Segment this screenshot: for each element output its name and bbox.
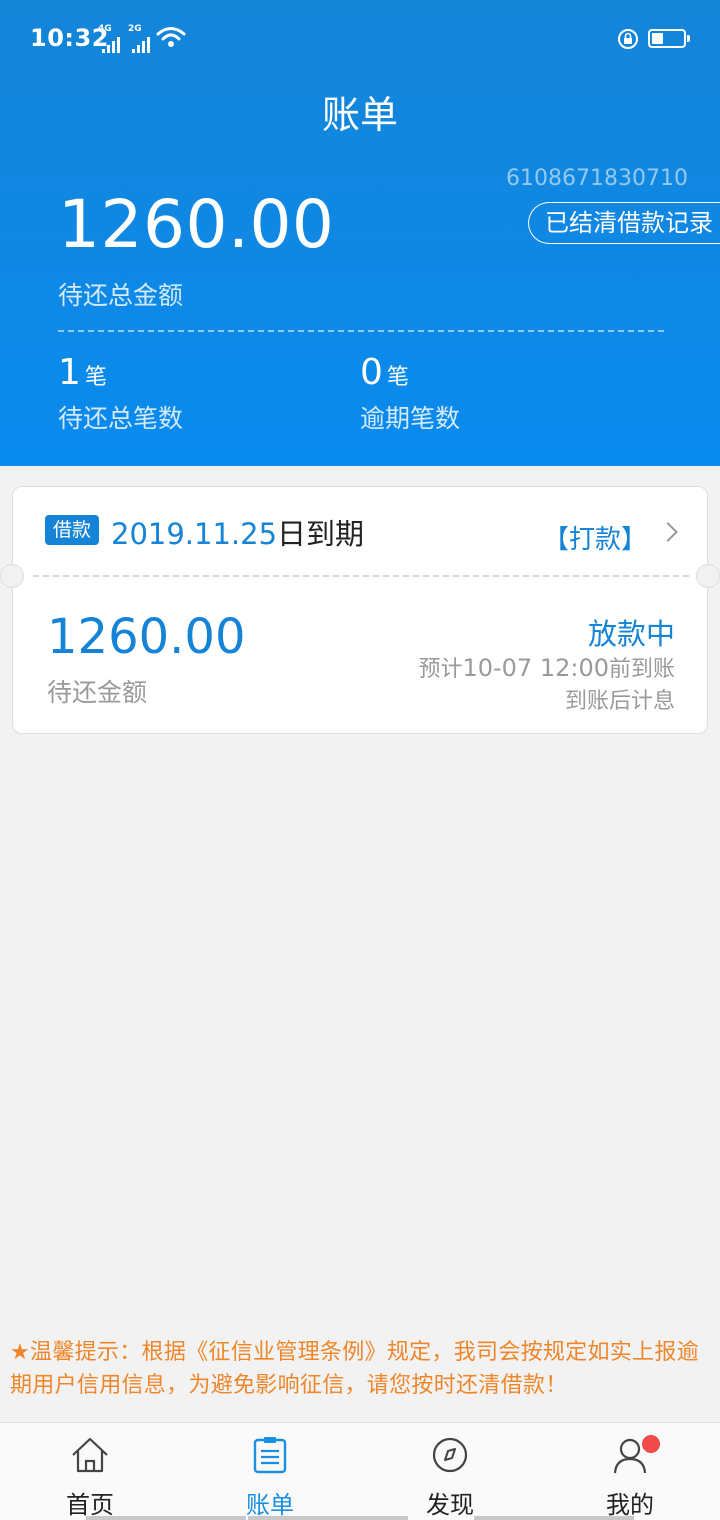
bill-icon bbox=[253, 1437, 287, 1474]
tab-underlines bbox=[0, 1514, 720, 1520]
overdue-count: 0 bbox=[360, 352, 383, 393]
signal-4g-icon: 4G bbox=[98, 24, 124, 53]
overdue-label: 逾期笔数 bbox=[360, 404, 461, 433]
loan-card-header[interactable]: 借款 2019.11.25日到期 【打款】 bbox=[13, 487, 707, 575]
total-amount-label: 待还总金额 bbox=[58, 281, 184, 310]
total-amount: 1260.00 bbox=[58, 186, 335, 263]
pending-unit: 笔 bbox=[84, 365, 107, 390]
page-title: 账单 bbox=[321, 93, 398, 137]
rotation-lock-icon bbox=[618, 29, 638, 49]
interest-note: 到账后计息 bbox=[564, 689, 675, 714]
settled-records-button[interactable]: 已结清借款记录 bbox=[528, 202, 720, 244]
loan-amount-label: 待还金额 bbox=[47, 678, 148, 707]
card-notch-right bbox=[696, 564, 720, 588]
pending-count-stat: 1笔 待还总笔数 bbox=[58, 352, 183, 435]
tab-discover[interactable]: 发现 bbox=[360, 1423, 540, 1520]
card-notch-left bbox=[0, 564, 24, 588]
due-date-line: 2019.11.25日到期 bbox=[111, 511, 364, 553]
overdue-count-stat: 0笔 逾期笔数 bbox=[360, 352, 460, 435]
chevron-right-icon[interactable] bbox=[658, 522, 678, 542]
tab-mine[interactable]: 我的 bbox=[540, 1423, 720, 1520]
account-number: 6108671830710 bbox=[506, 166, 688, 191]
notification-dot bbox=[642, 1435, 660, 1453]
loan-badge: 借款 bbox=[45, 515, 100, 545]
eta-prefix: 预计 bbox=[418, 657, 463, 682]
credit-notice: ★温馨提示：根据《征信业管理条例》规定，我司会按规定如实上报逾期用户信用信息，为… bbox=[10, 1340, 700, 1398]
home-icon bbox=[72, 1437, 108, 1473]
tab-bill[interactable]: 账单 bbox=[180, 1423, 360, 1520]
divider bbox=[58, 330, 664, 332]
wifi-icon bbox=[156, 27, 186, 47]
header: 10:32 4G 2G 账单 6108671830710 已结清借款记录 126… bbox=[0, 0, 720, 466]
due-suffix: 日到期 bbox=[277, 517, 365, 551]
battery-icon bbox=[648, 29, 690, 48]
loan-eta: 预计10-07 12:00前到账 bbox=[418, 651, 675, 683]
eta-time: 10-07 12:00 bbox=[462, 654, 609, 682]
overdue-unit: 笔 bbox=[386, 365, 409, 390]
signal-2g-icon: 2G bbox=[128, 24, 154, 53]
due-date: 2019.11.25 bbox=[111, 517, 278, 551]
loan-status: 放款中 bbox=[587, 617, 675, 651]
tab-home[interactable]: 首页 bbox=[0, 1423, 180, 1520]
loan-card[interactable]: 借款 2019.11.25日到期 【打款】 1260.00 待还金额 放款中 预… bbox=[0, 486, 720, 734]
pending-count: 1 bbox=[58, 352, 81, 393]
eta-suffix: 前到账 bbox=[608, 657, 675, 682]
tab-bar: 首页 账单 发现 我的 bbox=[0, 1422, 720, 1520]
pending-label: 待还总笔数 bbox=[58, 404, 184, 433]
pay-link[interactable]: 【打款】 bbox=[543, 519, 647, 556]
card-divider bbox=[33, 575, 689, 577]
status-bar: 10:32 4G 2G bbox=[0, 0, 720, 76]
compass-icon bbox=[432, 1437, 468, 1473]
loan-amount: 1260.00 bbox=[47, 609, 246, 665]
